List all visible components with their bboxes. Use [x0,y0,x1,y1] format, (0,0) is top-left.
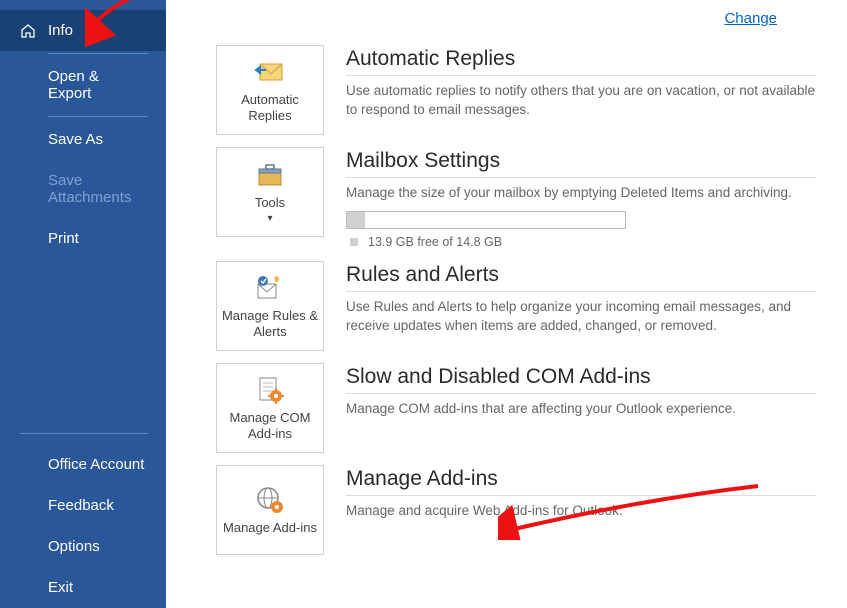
tile-label: Manage COM Add-ins [221,410,319,441]
section-desc: Manage and acquire Web Add-ins for Outlo… [346,502,816,521]
section-desc: Use Rules and Alerts to help organize yo… [346,298,816,336]
envelope-reply-icon [254,56,286,88]
section-separator [346,495,816,496]
automatic-replies-tile[interactable]: Automatic Replies [216,45,324,135]
section-separator [346,393,816,394]
sidebar-label: Open & Export [48,68,99,102]
sidebar-label: Save As [48,131,103,148]
section-title: Manage Add-ins [346,467,817,491]
mailbox-storage-bar: 13.9 GB free of 14.8 GB [346,211,626,249]
sidebar-separator [48,53,148,54]
section-separator [346,291,816,292]
sidebar-separator [48,116,148,117]
tools-tile[interactable]: Tools ▾ [216,147,324,237]
section-separator [346,75,816,76]
sidebar-label: Exit [48,579,73,596]
sidebar-item-options[interactable]: Options [0,526,166,567]
sidebar-item-office-account[interactable]: Office Account [0,444,166,485]
section-title: Mailbox Settings [346,149,817,173]
sidebar-label: Options [48,538,100,555]
sidebar-label: Info [48,22,73,39]
manage-addins-tile[interactable]: Manage Add-ins [216,465,324,555]
section-title: Slow and Disabled COM Add-ins [346,365,817,389]
sidebar-item-feedback[interactable]: Feedback [0,485,166,526]
sidebar-item-save-as[interactable]: Save As [0,119,166,160]
tile-label: Tools [255,195,285,211]
section-title: Automatic Replies [346,47,817,71]
sidebar-item-info[interactable]: Info [0,10,166,51]
chevron-down-icon: ▾ [267,213,272,225]
sidebar-item-print[interactable]: Print [0,218,166,259]
sidebar-item-exit[interactable]: Exit [0,567,166,608]
manage-rules-alerts-tile[interactable]: Manage Rules & Alerts [216,261,324,351]
storage-free-text: 13.9 GB free of 14.8 GB [346,235,626,249]
section-desc: Manage COM add-ins that are affecting yo… [346,400,816,419]
info-panel: Change Automatic Replies Automatic Repli… [166,0,847,608]
tile-label: Manage Add-ins [223,520,317,536]
sidebar-item-save-attachments: Save Attachments [0,160,166,218]
sidebar-separator [20,433,148,434]
sidebar-label: Print [48,230,79,247]
globe-gear-icon [254,484,286,516]
file-backstage-sidebar: Info Open & Export Save As Save Attachme… [0,0,166,608]
sidebar-label: Feedback [48,497,114,514]
change-account-link[interactable]: Change [724,10,777,27]
toolbox-icon [254,159,286,191]
page-gear-icon [254,374,286,406]
section-title: Rules and Alerts [346,263,817,287]
tile-label: Automatic Replies [221,92,319,123]
tile-label: Manage Rules & Alerts [221,308,319,339]
section-desc: Use automatic replies to notify others t… [346,82,816,120]
rules-alerts-icon [254,272,286,304]
sidebar-label: Office Account [48,456,144,473]
sidebar-item-open-export[interactable]: Open & Export [0,56,166,114]
manage-com-addins-tile[interactable]: Manage COM Add-ins [216,363,324,453]
sidebar-label: Save Attachments [48,172,131,206]
home-icon [20,23,36,39]
section-separator [346,177,816,178]
section-desc: Manage the size of your mailbox by empty… [346,184,816,203]
